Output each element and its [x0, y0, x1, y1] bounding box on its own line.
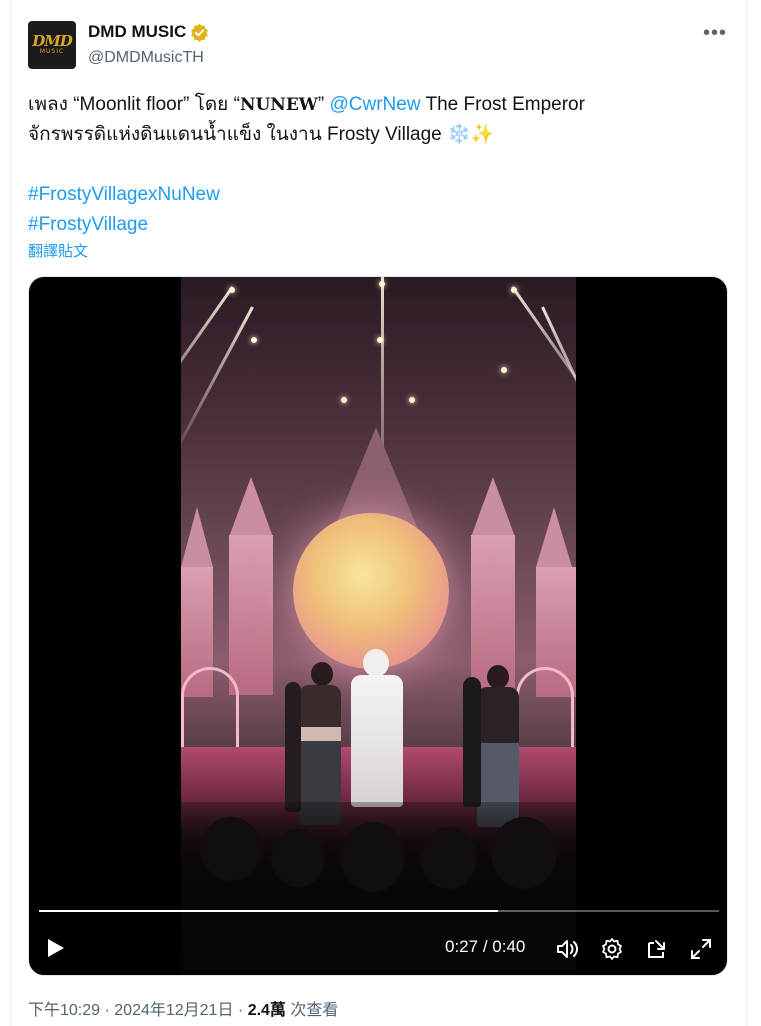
- avatar-logo-subtext: MUSIC: [39, 48, 65, 55]
- stage-light: [379, 281, 385, 287]
- video-player[interactable]: 0:27 / 0:40: [28, 276, 728, 976]
- meta-separator: ·: [233, 1002, 248, 1019]
- tweet-text-segment: เพลง “Moonlit floor” โดย “: [28, 94, 240, 115]
- video-frame: [181, 277, 576, 975]
- artist-name: NUNEW: [239, 95, 318, 115]
- volume-icon[interactable]: [555, 937, 579, 961]
- castle-spire: [471, 477, 515, 537]
- audience-head: [201, 817, 261, 881]
- verified-badge-icon: [191, 23, 209, 42]
- tweet-card: DMD MUSIC DMD MUSIC @DMDMusicTH ••• เพลง…: [11, 0, 748, 1026]
- audience-head: [271, 829, 325, 887]
- stage-light: [501, 367, 507, 373]
- tweet-line-1: เพลง “Moonlit floor” โดย “NUNEW” @CwrNew…: [28, 90, 728, 120]
- performer: [363, 649, 389, 677]
- pop-out-icon[interactable]: [645, 937, 669, 961]
- play-icon[interactable]: [47, 938, 65, 958]
- author-name-row[interactable]: DMD MUSIC: [88, 22, 209, 42]
- stage-light: [229, 287, 235, 293]
- audience-head: [341, 822, 405, 892]
- stage-light: [377, 337, 383, 343]
- tweet-text-segment: ”: [317, 94, 330, 115]
- current-time: 0:27: [445, 937, 479, 956]
- tweet-line-2: จักรพรรดิแห่งดินแดนน้ำแข็ง ในงาน Frosty …: [28, 120, 728, 150]
- translate-post-link[interactable]: 翻譯貼文: [28, 240, 88, 261]
- stage-light-beam: [181, 306, 254, 467]
- castle-spire: [536, 507, 572, 567]
- tweet-date[interactable]: 2024年12月21日: [114, 1002, 233, 1019]
- performer: [351, 675, 403, 807]
- castle-spire: [181, 507, 213, 567]
- view-count: 2.4萬: [247, 1002, 286, 1019]
- castle-spire: [229, 477, 273, 537]
- performer: [487, 665, 509, 689]
- display-name[interactable]: DMD MUSIC: [88, 22, 186, 42]
- hashtag-link[interactable]: #FrostyVillagexNuNew: [28, 180, 728, 210]
- performer: [463, 677, 481, 807]
- settings-icon[interactable]: [600, 937, 624, 961]
- performer: [311, 662, 333, 686]
- meta-separator: ·: [100, 1002, 115, 1019]
- video-time-display: 0:27 / 0:40: [445, 937, 525, 957]
- author-handle[interactable]: @DMDMusicTH: [88, 49, 204, 67]
- stage-light: [511, 287, 517, 293]
- tweet-meta: 下午10:29 · 2024年12月21日 · 2.4萬 次查看: [28, 996, 338, 1020]
- tweet-text-segment: The Frost Emperor: [420, 94, 585, 115]
- emoji-snowflake-sparkles: ❄️✨: [447, 124, 495, 145]
- duration: 0:40: [492, 937, 526, 956]
- moon-backdrop: [293, 513, 449, 669]
- tweet-time[interactable]: 下午10:29: [28, 1002, 100, 1019]
- audience-head: [491, 817, 557, 889]
- stage-light: [341, 397, 347, 403]
- stage-light: [251, 337, 257, 343]
- views-label: 次查看: [285, 1002, 339, 1019]
- video-progress-fill: [39, 910, 498, 912]
- hashtag-link[interactable]: #FrostyVillage: [28, 210, 728, 240]
- more-options-icon[interactable]: •••: [703, 23, 727, 43]
- castle-arch: [181, 667, 239, 747]
- time-separator: /: [478, 937, 493, 956]
- avatar[interactable]: DMD MUSIC: [28, 21, 76, 69]
- tweet-text: เพลง “Moonlit floor” โดย “NUNEW” @CwrNew…: [28, 90, 728, 240]
- stage-light: [409, 397, 415, 403]
- castle-tower: [229, 535, 273, 695]
- fullscreen-icon[interactable]: [689, 937, 713, 961]
- avatar-logo-text: DMD: [32, 32, 73, 50]
- video-progress-bar[interactable]: [39, 910, 719, 912]
- tweet-text-segment: จักรพรรดิแห่งดินแดนน้ำแข็ง ในงาน Frosty …: [28, 124, 448, 145]
- stage-light-beam: [541, 306, 576, 471]
- audience-head: [421, 827, 477, 889]
- mention-link[interactable]: @CwrNew: [330, 94, 421, 115]
- performer: [285, 682, 301, 812]
- castle-arch: [516, 667, 574, 747]
